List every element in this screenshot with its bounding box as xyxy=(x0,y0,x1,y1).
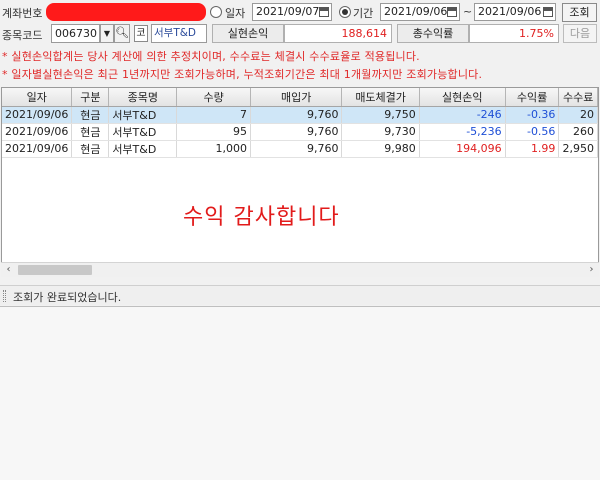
radio-daily[interactable] xyxy=(210,6,222,18)
search-icon[interactable]: 🔍︎ xyxy=(114,24,130,43)
col-sell-price[interactable]: 매도체결가 xyxy=(341,88,420,107)
stock-name-field: 서부T&D xyxy=(151,24,207,43)
cell-date: 2021/09/06 xyxy=(2,123,73,141)
grip-icon xyxy=(3,290,6,302)
status-text: 조회가 완료되었습니다. xyxy=(13,291,122,304)
next-button[interactable]: 다음 xyxy=(563,24,597,43)
daily-date-value: 2021/09/07 xyxy=(256,5,320,18)
calendar-icon[interactable] xyxy=(319,7,329,17)
scroll-right-icon[interactable]: › xyxy=(584,263,599,277)
dropdown-arrow-icon[interactable]: ▼ xyxy=(100,24,114,43)
cell-sell-price: 9,750 xyxy=(341,106,420,124)
radio-period[interactable] xyxy=(339,6,351,18)
cell-quantity: 95 xyxy=(176,123,251,141)
cell-buy-price: 9,760 xyxy=(250,140,343,158)
cell-fee: 20 xyxy=(558,106,598,124)
col-fee[interactable]: 수수료 xyxy=(558,88,598,107)
cell-buy-price: 9,760 xyxy=(250,123,343,141)
cell-fee: 260 xyxy=(558,123,598,141)
table-header-row: 일자 구분 종목명 수량 매입가 매도체결가 실현손익 수익률 수수료 xyxy=(2,88,598,107)
scroll-thumb[interactable] xyxy=(18,265,92,275)
period-to-value: 2021/09/06 xyxy=(478,5,542,18)
scroll-left-icon[interactable]: ‹ xyxy=(1,263,16,277)
period-from-input[interactable]: 2021/09/06 xyxy=(380,3,460,21)
cell-sell-price: 9,980 xyxy=(341,140,420,158)
cell-date: 2021/09/06 xyxy=(2,140,73,158)
account-label: 계좌번호 xyxy=(2,7,43,20)
col-realized-pnl[interactable]: 실현손익 xyxy=(419,88,506,107)
cell-return-rate: -0.56 xyxy=(505,123,560,141)
realized-pnl-table[interactable]: 일자 구분 종목명 수량 매입가 매도체결가 실현손익 수익률 수수료 2021… xyxy=(1,87,599,277)
status-bar: 조회가 완료되었습니다. xyxy=(0,285,600,305)
cell-type: 현금 xyxy=(71,140,110,158)
period-separator: ~ xyxy=(463,5,473,18)
cell-return-rate: 1.99 xyxy=(505,140,560,158)
cell-quantity: 1,000 xyxy=(176,140,251,158)
radio-period-label: 기간 xyxy=(353,7,374,20)
col-type[interactable]: 구분 xyxy=(71,88,110,107)
radio-daily-label: 일자 xyxy=(225,7,246,20)
cell-return-rate: -0.36 xyxy=(505,106,560,124)
cell-type: 현금 xyxy=(71,123,110,141)
cell-realized-pnl: -246 xyxy=(419,106,506,124)
stock-code-input[interactable]: 006730 xyxy=(51,24,100,43)
col-buy-price[interactable]: 매입가 xyxy=(250,88,343,107)
notice-line-2: * 일자별실현손익은 최근 1년까지만 조회가능하며, 누적조회기간은 최대 1… xyxy=(2,68,483,81)
cell-stock-name: 서부T&D xyxy=(108,106,178,124)
realized-pnl-label: 실현손익 xyxy=(212,24,284,43)
cell-stock-name: 서부T&D xyxy=(108,140,178,158)
cell-buy-price: 9,760 xyxy=(250,106,343,124)
period-to-input[interactable]: 2021/09/06 xyxy=(474,3,556,21)
horizontal-scrollbar[interactable]: ‹ › xyxy=(1,262,599,277)
calendar-icon[interactable] xyxy=(447,7,457,17)
cell-type: 현금 xyxy=(71,106,110,124)
cell-realized-pnl: 194,096 xyxy=(419,140,506,158)
col-return-rate[interactable]: 수익률 xyxy=(505,88,560,107)
query-button[interactable]: 조회 xyxy=(562,3,597,22)
table-row[interactable]: 2021/09/06 현금 서부T&D 95 9,760 9,730 -5,23… xyxy=(2,123,598,141)
cell-realized-pnl: -5,236 xyxy=(419,123,506,141)
col-stock-name[interactable]: 종목명 xyxy=(108,88,178,107)
notice-line-1: * 실현손익합계는 당사 계산에 의한 추정치이며, 수수료는 체결시 수수료율… xyxy=(2,50,420,63)
realized-pnl-window: 계좌번호 일자 2021/09/07 기간 2021/09/06 ~ 2021/… xyxy=(0,0,600,307)
cell-fee: 2,950 xyxy=(558,140,598,158)
daily-date-input[interactable]: 2021/09/07 xyxy=(252,3,332,21)
cell-date: 2021/09/06 xyxy=(2,106,73,124)
col-date[interactable]: 일자 xyxy=(2,88,73,107)
cell-sell-price: 9,730 xyxy=(341,123,420,141)
col-quantity[interactable]: 수량 xyxy=(176,88,251,107)
redacted-account-number xyxy=(46,3,206,21)
calendar-icon[interactable] xyxy=(543,7,553,17)
cell-stock-name: 서부T&D xyxy=(108,123,178,141)
overlay-message: 수익 감사합니다 xyxy=(183,205,340,230)
period-from-value: 2021/09/06 xyxy=(384,5,448,18)
total-return-value: 1.75% xyxy=(469,24,559,43)
table-row[interactable]: 2021/09/06 현금 서부T&D 1,000 9,760 9,980 19… xyxy=(2,140,598,158)
cell-quantity: 7 xyxy=(176,106,251,124)
market-badge: 코 xyxy=(134,25,148,42)
realized-pnl-value: 188,614 xyxy=(284,24,392,43)
stock-code-label: 종목코드 xyxy=(2,29,43,42)
total-return-label: 총수익률 xyxy=(397,24,469,43)
table-row[interactable]: 2021/09/06 현금 서부T&D 7 9,760 9,750 -246 -… xyxy=(2,106,598,124)
